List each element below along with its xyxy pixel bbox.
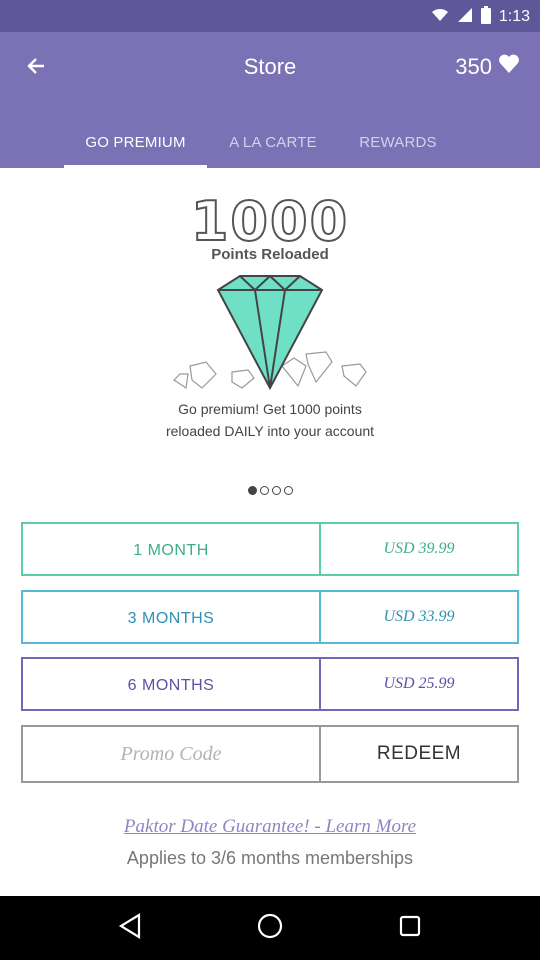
tab-a-la-carte[interactable]: A LA CARTE [213, 116, 333, 168]
page-dot[interactable] [247, 486, 257, 495]
status-icons: 1:13 [431, 6, 530, 28]
status-time: 1:13 [498, 8, 530, 25]
signal-icon [457, 7, 473, 27]
plan-price: USD 33.99 [383, 608, 455, 625]
home-circle-icon [256, 912, 284, 944]
tab-go-premium[interactable]: GO PREMIUM [64, 116, 207, 168]
diamond-illustration [160, 270, 380, 400]
applies-note: Applies to 3/6 months memberships [126, 848, 414, 868]
plan-duration: 6 MONTHS [23, 659, 321, 709]
nav-home-button[interactable] [250, 908, 290, 948]
plan-duration: 1 MONTH [23, 524, 321, 574]
hero-points-number: 1000 [190, 189, 350, 254]
hero-subtitle: Points Reloaded [211, 246, 329, 263]
page-dot[interactable] [259, 486, 269, 495]
page-dot[interactable] [271, 486, 281, 495]
page-dot[interactable] [283, 486, 293, 495]
learn-more-link[interactable]: Paktor Date Guarantee! - Learn More [0, 816, 540, 838]
nav-recents-button[interactable] [390, 908, 430, 948]
promo-code-row: REDEEM [21, 725, 519, 783]
back-triangle-icon [118, 913, 142, 943]
plan-price: USD 39.99 [383, 540, 455, 557]
battery-icon [480, 6, 491, 28]
carousel-page-indicator [0, 486, 540, 495]
tab-rewards[interactable]: REWARDS [345, 116, 451, 168]
redeem-button[interactable]: REDEEM [321, 727, 517, 781]
points-count: 350 [455, 54, 492, 79]
nav-back-button[interactable] [110, 908, 150, 948]
status-bar: 1:13 [0, 0, 540, 32]
promo-code-input[interactable] [23, 727, 321, 781]
plan-duration: 3 MONTHS [23, 592, 321, 642]
hero-description-line1: Go premium! Get 1000 points [178, 401, 362, 417]
recents-square-icon [398, 914, 422, 942]
points-balance[interactable]: 350 [455, 54, 520, 80]
store-tabs: GO PREMIUM A LA CARTE REWARDS [0, 116, 540, 168]
wifi-icon [431, 7, 449, 27]
heart-icon [498, 54, 520, 80]
store-header: Store 350 GO PREMIUM A LA CARTE REWARDS [0, 32, 540, 168]
hero-description: Go premium! Get 1000 points reloaded DAI… [0, 398, 540, 442]
system-nav-bar [0, 896, 540, 960]
plan-price: USD 25.99 [383, 675, 455, 692]
hero-description-line2: reloaded DAILY into your account [165, 423, 375, 439]
plan-6-months[interactable]: 6 MONTHS USD 25.99 [21, 657, 519, 711]
plan-1-month[interactable]: 1 MONTH USD 39.99 [21, 522, 519, 576]
active-tab-indicator [64, 165, 207, 168]
plan-3-months[interactable]: 3 MONTHS USD 33.99 [21, 590, 519, 644]
